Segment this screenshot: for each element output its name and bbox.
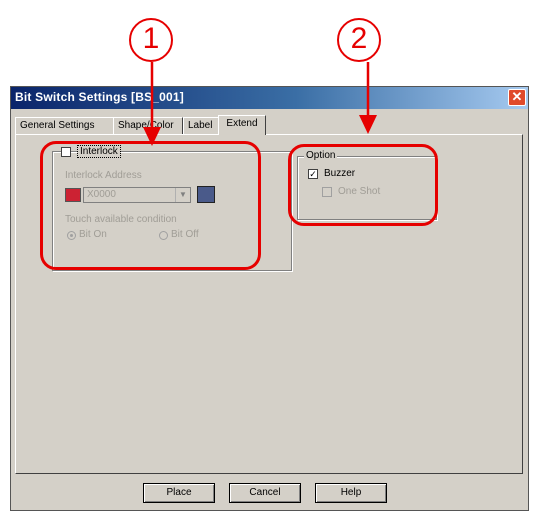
window-title: Bit Switch Settings [BS_001] bbox=[15, 90, 184, 104]
close-button[interactable]: ✕ bbox=[508, 89, 526, 106]
callout-number-2: 2 bbox=[337, 18, 381, 62]
highlight-interlock bbox=[40, 141, 261, 270]
cancel-button[interactable]: Cancel bbox=[229, 483, 301, 503]
tab-label[interactable]: Label bbox=[183, 117, 219, 134]
tab-extend[interactable]: Extend bbox=[218, 115, 266, 135]
help-button[interactable]: Help bbox=[315, 483, 387, 503]
callout-number-1: 1 bbox=[129, 18, 173, 62]
highlight-option bbox=[288, 144, 438, 226]
tab-shape-color[interactable]: Shape/Color bbox=[113, 117, 183, 134]
close-icon: ✕ bbox=[511, 89, 523, 104]
place-button[interactable]: Place bbox=[143, 483, 215, 503]
tab-general-settings[interactable]: General Settings bbox=[15, 117, 114, 134]
title-bar[interactable]: Bit Switch Settings [BS_001] ✕ bbox=[11, 87, 528, 109]
